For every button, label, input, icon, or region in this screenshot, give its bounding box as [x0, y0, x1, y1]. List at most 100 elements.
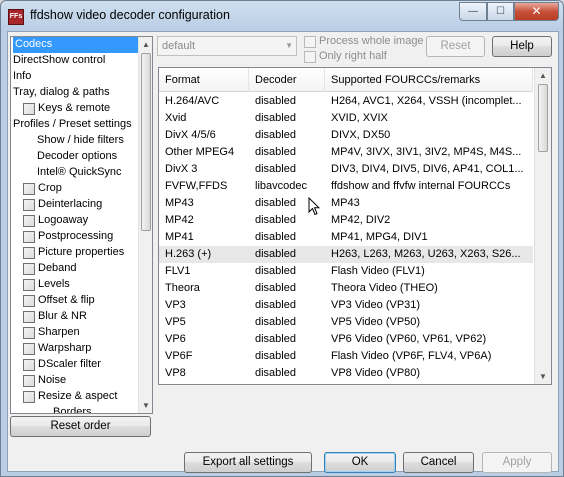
process-whole-image-label: Process whole image: [319, 35, 424, 47]
codec-row[interactable]: VP6F disabled Flash Video (VP6F, FLV4, VP6…: [159, 348, 533, 365]
tree-item[interactable]: Decoder options: [37, 149, 117, 165]
codec-row[interactable]: MP41 disabled MP41, MPG4, DIV1: [159, 229, 533, 246]
codec-list[interactable]: Format Decoder Supported FOURCCs/remarks…: [158, 67, 552, 385]
tree-item[interactable]: Show / hide filters: [37, 133, 124, 149]
reset-button[interactable]: Reset: [426, 36, 485, 57]
codec-row[interactable]: FVFW,FFDS libavcodec ffdshow and ffvfw int…: [159, 178, 533, 195]
checkbox-box[interactable]: [304, 51, 316, 63]
ok-button[interactable]: OK: [324, 452, 396, 473]
scroll-down-arrow-icon[interactable]: ▼: [139, 398, 152, 413]
codec-decoder-cell[interactable]: disabled: [249, 314, 325, 331]
codec-format-cell: VP3: [165, 299, 186, 311]
filter-enable-checkbox[interactable]: [23, 391, 35, 403]
codec-row[interactable]: Other MPEG4 disabled MP4V, 3IVX, 3IV1, 3IV…: [159, 144, 533, 161]
filter-enable-checkbox[interactable]: [23, 231, 35, 243]
codec-decoder-cell[interactable]: disabled: [249, 161, 325, 178]
cancel-button[interactable]: Cancel: [403, 452, 474, 473]
tree-item[interactable]: DirectShow control: [13, 53, 105, 69]
list-vertical-scrollbar[interactable]: ▲ ▼: [534, 68, 551, 384]
list-scroll-thumb[interactable]: [538, 84, 548, 152]
codec-row[interactable]: Theora disabled Theora Video (THEO): [159, 280, 533, 297]
filter-enable-checkbox[interactable]: [23, 183, 35, 195]
help-button[interactable]: Help: [492, 36, 552, 57]
codec-row[interactable]: MP43 disabled MP43: [159, 195, 533, 212]
minimize-button[interactable]: —: [459, 2, 487, 21]
tree-item[interactable]: Profiles / Preset settings: [13, 117, 132, 133]
codec-row[interactable]: Xvid disabled XVID, XVIX: [159, 110, 533, 127]
tree-item[interactable]: Tray, dialog & paths: [13, 85, 110, 101]
preset-select[interactable]: default ▼: [157, 36, 297, 56]
tree-item-label: Resize & aspect: [38, 390, 118, 402]
filter-enable-checkbox[interactable]: [23, 263, 35, 275]
scroll-up-arrow-icon[interactable]: ▲: [535, 68, 551, 83]
column-header-fourccs[interactable]: Supported FOURCCs/remarks: [325, 68, 533, 92]
codec-row[interactable]: H.263 (+) disabled H263, L263, M263, U263,…: [159, 246, 533, 263]
codec-row[interactable]: VP5 disabled VP5 Video (VP50): [159, 314, 533, 331]
codec-decoder-cell[interactable]: disabled: [249, 280, 325, 297]
codec-decoder-cell[interactable]: libavcodec: [249, 178, 325, 195]
codec-decoder-cell[interactable]: disabled: [249, 246, 325, 263]
codec-row[interactable]: MP42 disabled MP42, DIV2: [159, 212, 533, 229]
settings-tree[interactable]: ▲ ▼ Codecs DirectShow control Info Tray, di…: [10, 36, 153, 414]
tree-scroll-thumb[interactable]: [141, 53, 151, 231]
export-all-settings-button[interactable]: Export all settings: [184, 452, 312, 473]
codec-row[interactable]: VP3 disabled VP3 Video (VP31): [159, 297, 533, 314]
codec-decoder-cell[interactable]: disabled: [249, 331, 325, 348]
filter-enable-checkbox[interactable]: [23, 375, 35, 387]
filter-enable-checkbox[interactable]: [23, 295, 35, 307]
column-header-decoder[interactable]: Decoder: [249, 68, 325, 92]
column-header-format[interactable]: Format: [159, 68, 249, 92]
scroll-up-arrow-icon[interactable]: ▲: [139, 37, 152, 52]
tree-vertical-scrollbar[interactable]: ▲ ▼: [138, 37, 152, 413]
tree-item[interactable]: Info: [13, 69, 31, 85]
checkbox-box[interactable]: [304, 36, 316, 48]
codec-fourccs-cell: H264, AVC1, X264, VSSH (incomplet...: [331, 95, 522, 107]
codec-row[interactable]: DivX 4/5/6 disabled DIVX, DX50: [159, 127, 533, 144]
codec-decoder-cell[interactable]: disabled: [249, 365, 325, 382]
codec-row[interactable]: DivX 3 disabled DIV3, DIV4, DIV5, DIV6, AP…: [159, 161, 533, 178]
codec-decoder-cell[interactable]: disabled: [249, 229, 325, 246]
filter-enable-checkbox[interactable]: [23, 103, 35, 115]
ffdshow-app-icon[interactable]: FFs: [8, 9, 24, 25]
codec-fourccs-cell: VP3 Video (VP31): [331, 299, 421, 311]
tree-item[interactable]: Intel® QuickSync: [37, 165, 122, 181]
codec-row[interactable]: VP8 disabled VP8 Video (VP80): [159, 365, 533, 382]
apply-button[interactable]: Apply: [482, 452, 552, 473]
filter-enable-checkbox[interactable]: [23, 215, 35, 227]
codec-row[interactable]: FLV1 disabled Flash Video (FLV1): [159, 263, 533, 280]
codec-decoder-cell[interactable]: disabled: [249, 110, 325, 127]
only-right-half-checkbox[interactable]: Only right half: [304, 49, 424, 63]
codec-row[interactable]: H.264/AVC disabled H264, AVC1, X264, VSSH …: [159, 93, 533, 110]
codec-decoder-cell[interactable]: disabled: [249, 263, 325, 280]
codec-decoder-cell[interactable]: disabled: [249, 144, 325, 161]
codec-decoder-cell[interactable]: disabled: [249, 297, 325, 314]
scroll-down-arrow-icon[interactable]: ▼: [535, 369, 551, 384]
filter-enable-checkbox[interactable]: [23, 199, 35, 211]
filter-enable-checkbox[interactable]: [23, 311, 35, 323]
tree-item-label: Warpsharp: [38, 342, 92, 354]
filter-enable-checkbox[interactable]: [23, 343, 35, 355]
maximize-button[interactable]: ☐: [487, 2, 514, 21]
codec-decoder-cell[interactable]: disabled: [249, 93, 325, 110]
codec-fourccs-cell: MP42, DIV2: [331, 214, 391, 226]
tree-item-label: Keys & remote: [38, 102, 111, 114]
codec-format-cell: Xvid: [165, 112, 187, 124]
filter-enable-checkbox[interactable]: [23, 247, 35, 259]
process-whole-image-checkbox[interactable]: Process whole image: [304, 34, 424, 48]
title-bar[interactable]: FFs ffdshow video decoder configuration …: [1, 1, 563, 31]
tree-item-label: Borders: [53, 406, 92, 414]
tree-item-label: Noise: [38, 374, 67, 386]
codec-decoder-cell[interactable]: disabled: [249, 348, 325, 365]
tree-item[interactable]: Borders: [53, 405, 92, 414]
filter-enable-checkbox[interactable]: [23, 359, 35, 371]
tree-item[interactable]: Codecs: [13, 37, 138, 53]
tree-item-label: Blur & NR: [38, 310, 87, 322]
codec-fourccs-cell: DIV3, DIV4, DIV5, DIV6, AP41, COL1...: [331, 163, 524, 175]
close-button[interactable]: ✕: [514, 2, 559, 21]
codec-row[interactable]: VP6 disabled VP6 Video (VP60, VP61, VP62): [159, 331, 533, 348]
filter-enable-checkbox[interactable]: [23, 327, 35, 339]
reset-order-button[interactable]: Reset order: [10, 416, 151, 437]
preset-value: default: [162, 40, 196, 52]
filter-enable-checkbox[interactable]: [23, 279, 35, 291]
codec-decoder-cell[interactable]: disabled: [249, 127, 325, 144]
